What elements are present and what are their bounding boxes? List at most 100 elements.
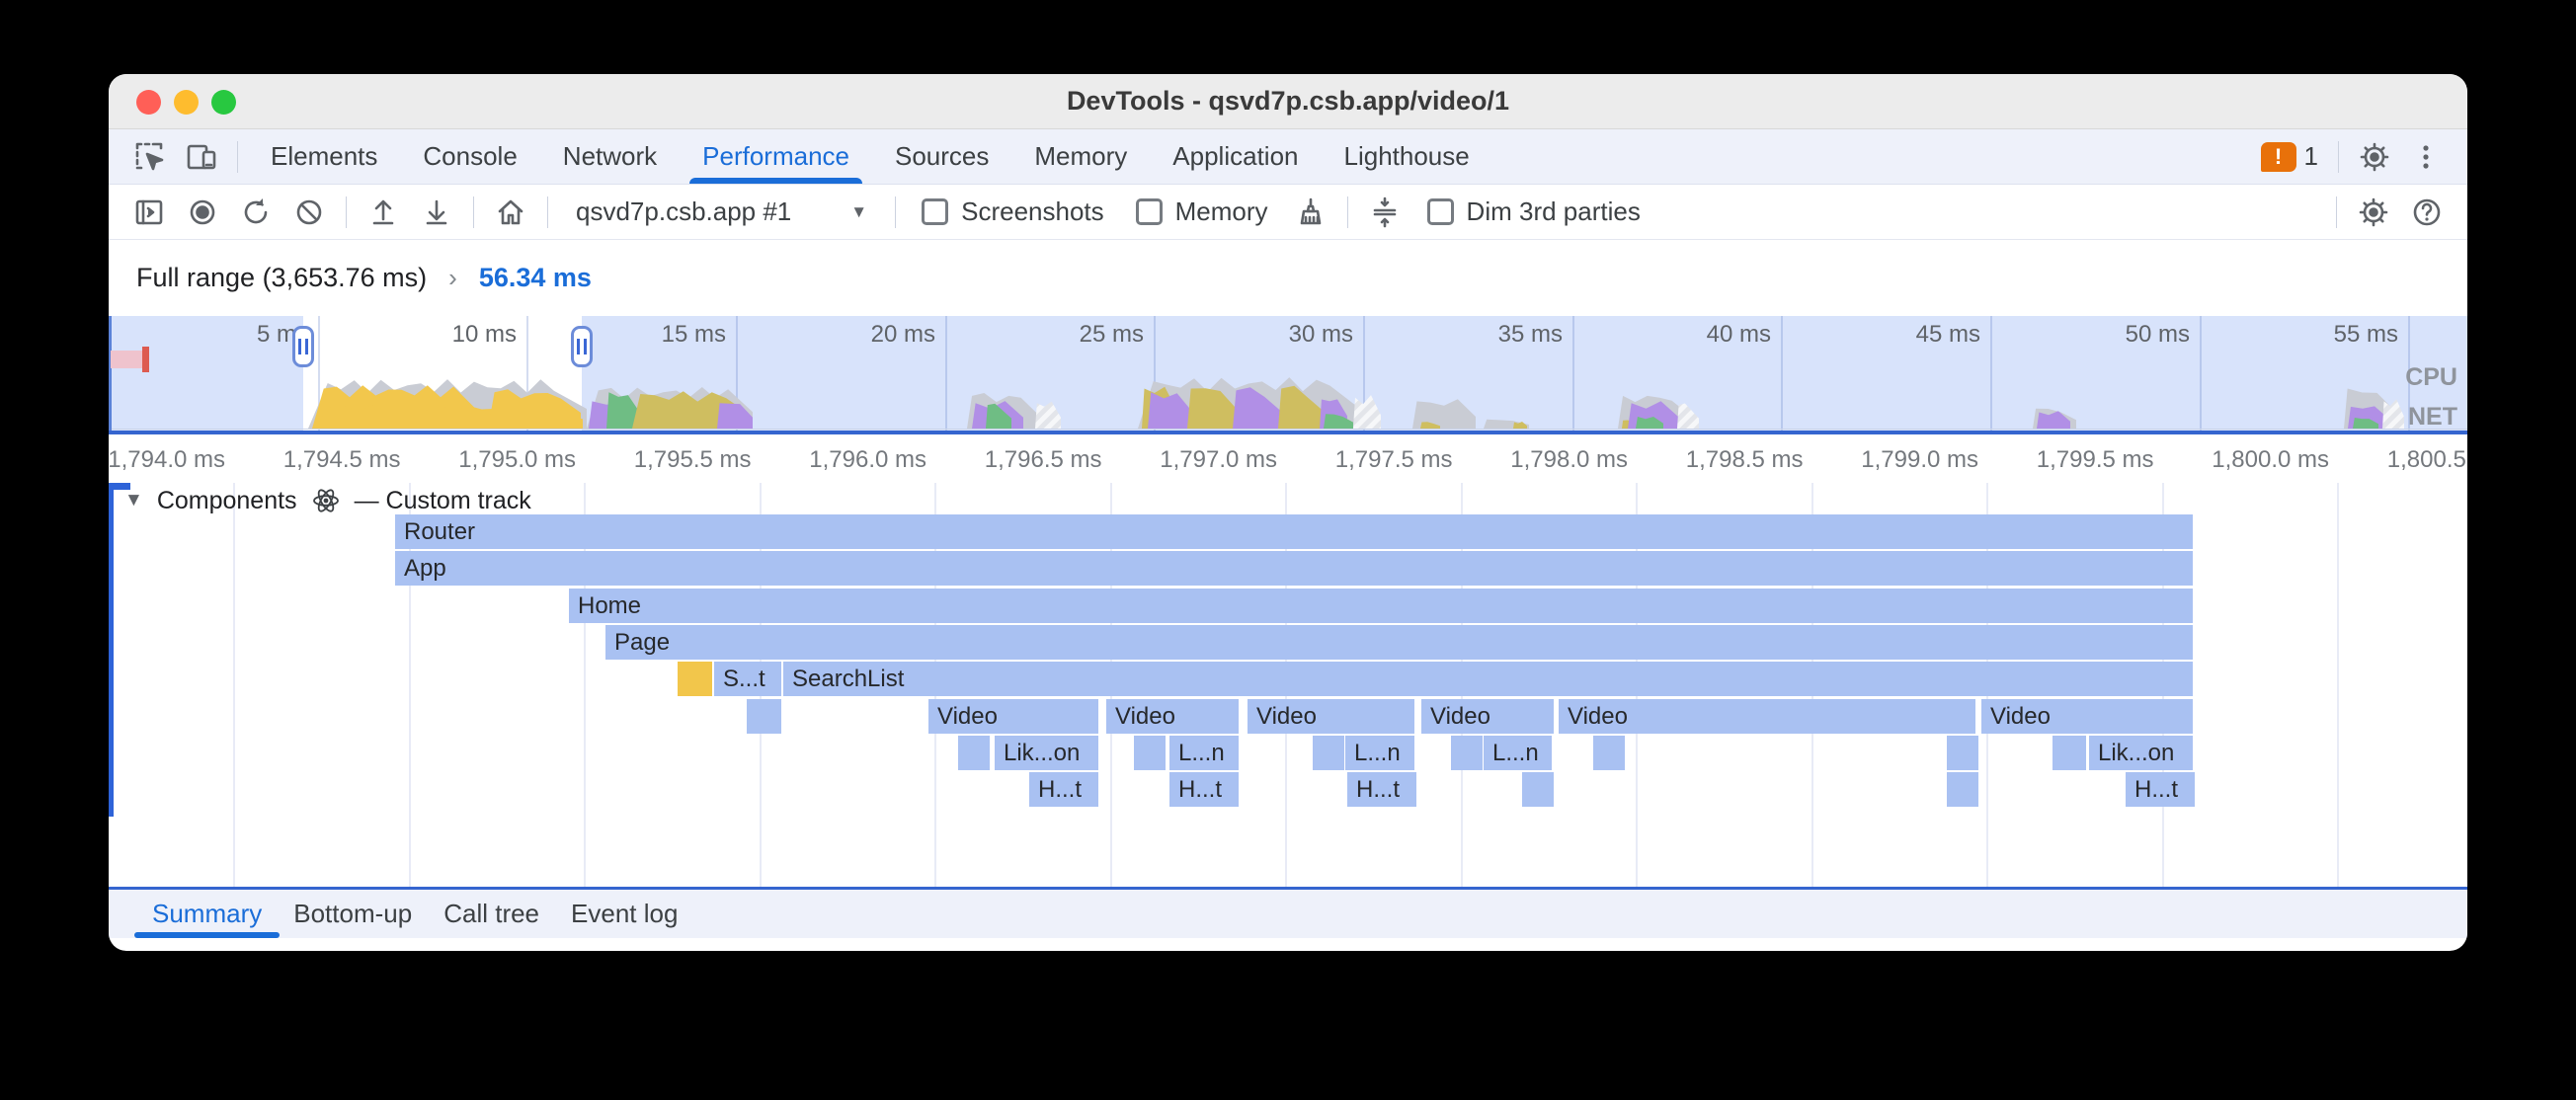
tab-application[interactable]: Application: [1150, 129, 1321, 184]
flame-bar[interactable]: [747, 699, 781, 734]
flame-bar[interactable]: [678, 662, 712, 696]
home-icon[interactable]: [489, 191, 532, 234]
flame-bar-lik-on[interactable]: Lik...on: [995, 736, 1098, 770]
bottom-tabbar: SummaryBottom-upCall treeEvent log: [109, 887, 2467, 938]
divider: [895, 196, 896, 228]
flame-bar-searchlist[interactable]: SearchList: [783, 662, 2193, 696]
flame-bar[interactable]: [1947, 736, 1978, 770]
flame-bar[interactable]: [1522, 772, 1554, 807]
flame-bar-l-n[interactable]: L...n: [1484, 736, 1552, 770]
flame-bar[interactable]: [1593, 736, 1625, 770]
cpu-activity-blob: [1513, 422, 1527, 429]
bottom-tab-event-log[interactable]: Event log: [555, 890, 693, 938]
clear-icon[interactable]: [287, 191, 331, 234]
issues-count: 1: [2304, 141, 2318, 172]
flame-bar-video[interactable]: Video: [1559, 699, 1975, 734]
ruler-tick-label: 1,800.5 ms: [2329, 446, 2468, 474]
components-track-header[interactable]: ▼ Components — Custom track: [124, 485, 531, 516]
tab-sources[interactable]: Sources: [872, 129, 1011, 184]
selection-handle-left[interactable]: [292, 326, 314, 367]
flame-bar-h-t[interactable]: H...t: [2126, 772, 2195, 807]
selected-range-crumb[interactable]: 56.34 ms: [479, 263, 592, 293]
flame-bar-router[interactable]: Router: [395, 514, 2193, 549]
selection-handle-right[interactable]: [571, 326, 593, 367]
zoom-window-button[interactable]: [211, 90, 236, 115]
kebab-menu-icon[interactable]: [2406, 137, 2446, 177]
tab-network[interactable]: Network: [540, 129, 680, 184]
tab-performance[interactable]: Performance: [680, 129, 872, 184]
download-profile-icon[interactable]: [415, 191, 458, 234]
flame-bar[interactable]: [1134, 736, 1166, 770]
tab-lighthouse[interactable]: Lighthouse: [1322, 129, 1492, 184]
performance-toolbar: qsvd7p.csb.app #1 ▼ Screenshots Memory D: [109, 185, 2467, 240]
dim-3rd-parties-checkbox[interactable]: Dim 3rd parties: [1411, 196, 1656, 227]
target-selector-value: qsvd7p.csb.app #1: [576, 196, 791, 227]
flame-bar-h-t[interactable]: H...t: [1029, 772, 1098, 807]
ruler-tick-label: 1,796.5 ms: [926, 446, 1102, 474]
flame-bar-app[interactable]: App: [395, 551, 2193, 586]
window-left-marker: [109, 483, 114, 817]
divider: [1347, 196, 1348, 228]
flame-bar-l-n[interactable]: L...n: [1345, 736, 1414, 770]
flame-bar-video[interactable]: Video: [1106, 699, 1239, 734]
flame-gridline: [233, 483, 235, 887]
track-name: Components: [157, 487, 297, 515]
target-selector[interactable]: qsvd7p.csb.app #1 ▼: [558, 196, 885, 227]
ruler-tick-label: 1,795.5 ms: [576, 446, 752, 474]
reload-record-icon[interactable]: [234, 191, 278, 234]
tab-memory[interactable]: Memory: [1011, 129, 1150, 184]
bottom-tab-bottom-up[interactable]: Bottom-up: [278, 890, 428, 938]
flame-bar[interactable]: [1947, 772, 1978, 807]
collapse-tracks-icon[interactable]: [1363, 191, 1407, 234]
inspect-element-icon[interactable]: [130, 137, 170, 177]
help-icon[interactable]: [2405, 191, 2449, 234]
toggle-sidebar-icon[interactable]: [127, 191, 171, 234]
divider: [346, 196, 347, 228]
minimize-window-button[interactable]: [174, 90, 199, 115]
flame-bar[interactable]: [1451, 736, 1483, 770]
flame-bar-home[interactable]: Home: [569, 589, 2193, 623]
ruler-tick-label: 1,799.5 ms: [1978, 446, 2154, 474]
ruler-tick-label: 1,795.0 ms: [400, 446, 576, 474]
device-toolbar-icon[interactable]: [182, 137, 221, 177]
tab-elements[interactable]: Elements: [248, 129, 400, 184]
flame-bar-video[interactable]: Video: [1981, 699, 2193, 734]
tab-console[interactable]: Console: [400, 129, 539, 184]
garbage-collect-icon[interactable]: [1289, 191, 1332, 234]
flame-bar-video[interactable]: Video: [1421, 699, 1554, 734]
cpu-lane-label: CPU: [2405, 363, 2457, 392]
flame-bar-h-t[interactable]: H...t: [1169, 772, 1239, 807]
checkbox-icon: [1427, 198, 1454, 225]
timeline-overview[interactable]: 5 ms10 ms15 ms20 ms25 ms30 ms35 ms40 ms4…: [109, 316, 2467, 434]
flame-bar-l-n[interactable]: L...n: [1169, 736, 1239, 770]
screenshots-checkbox[interactable]: Screenshots: [906, 196, 1120, 227]
full-range-crumb[interactable]: Full range (3,653.76 ms): [136, 263, 427, 293]
flame-bar-s-t[interactable]: S...t: [714, 662, 781, 696]
flame-bar-video[interactable]: Video: [928, 699, 1098, 734]
flame-chart[interactable]: ▼ Components — Custom track RouterAppHom…: [109, 483, 2467, 887]
upload-profile-icon[interactable]: [362, 191, 405, 234]
issues-indicator[interactable]: ! 1: [2261, 141, 2318, 172]
bottom-tab-call-tree[interactable]: Call tree: [428, 890, 555, 938]
dim-3rd-parties-label: Dim 3rd parties: [1467, 196, 1641, 227]
bottom-tab-summary[interactable]: Summary: [136, 890, 278, 938]
flame-bar[interactable]: [1313, 736, 1344, 770]
collapse-triangle-icon[interactable]: ▼: [124, 490, 143, 511]
divider: [547, 196, 548, 228]
record-icon[interactable]: [181, 191, 224, 234]
cpu-activity-blob: [488, 389, 581, 429]
capture-settings-gear-icon[interactable]: [2352, 191, 2395, 234]
flame-bar[interactable]: [2053, 736, 2086, 770]
devtools-tabbar: ElementsConsoleNetworkPerformanceSources…: [109, 129, 2467, 185]
flame-bar-page[interactable]: Page: [605, 625, 2193, 660]
flame-bar[interactable]: [958, 736, 990, 770]
memory-checkbox[interactable]: Memory: [1120, 196, 1284, 227]
settings-gear-icon[interactable]: [2355, 137, 2394, 177]
traffic-lights: [136, 74, 236, 129]
cpu-activity-chart: [109, 316, 2467, 431]
checkbox-icon: [1136, 198, 1163, 225]
flame-bar-video[interactable]: Video: [1248, 699, 1414, 734]
close-window-button[interactable]: [136, 90, 161, 115]
flame-bar-h-t[interactable]: H...t: [1347, 772, 1416, 807]
flame-bar-lik-on[interactable]: Lik...on: [2089, 736, 2193, 770]
